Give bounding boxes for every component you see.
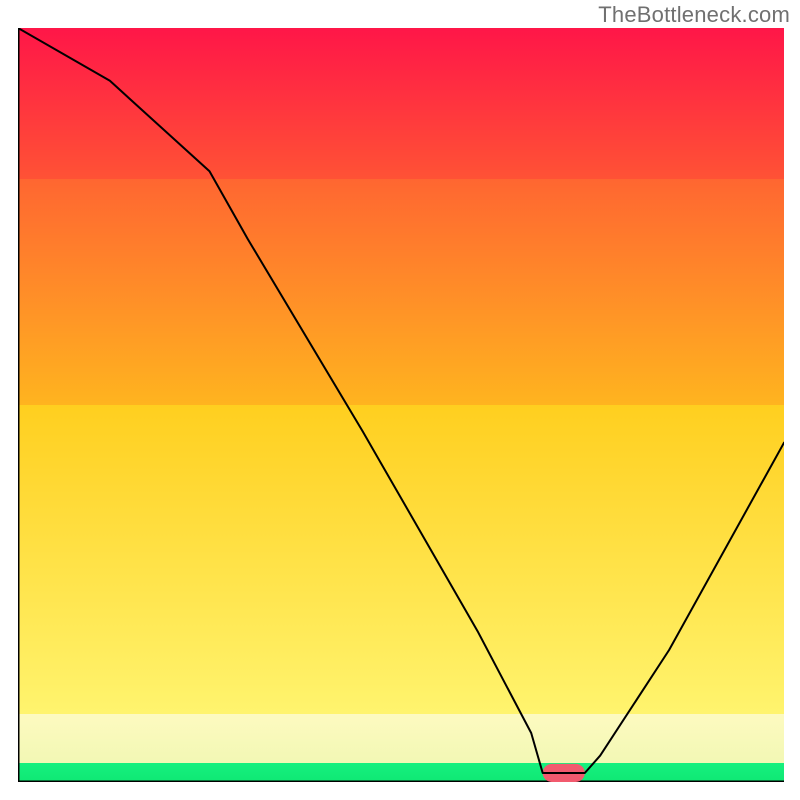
chart-container: TheBottleneck.com xyxy=(0,0,800,800)
chart-plot-area xyxy=(18,28,784,782)
chart-svg xyxy=(18,28,784,782)
watermark-text: TheBottleneck.com xyxy=(598,2,790,28)
chart-background-gradient xyxy=(18,28,784,782)
